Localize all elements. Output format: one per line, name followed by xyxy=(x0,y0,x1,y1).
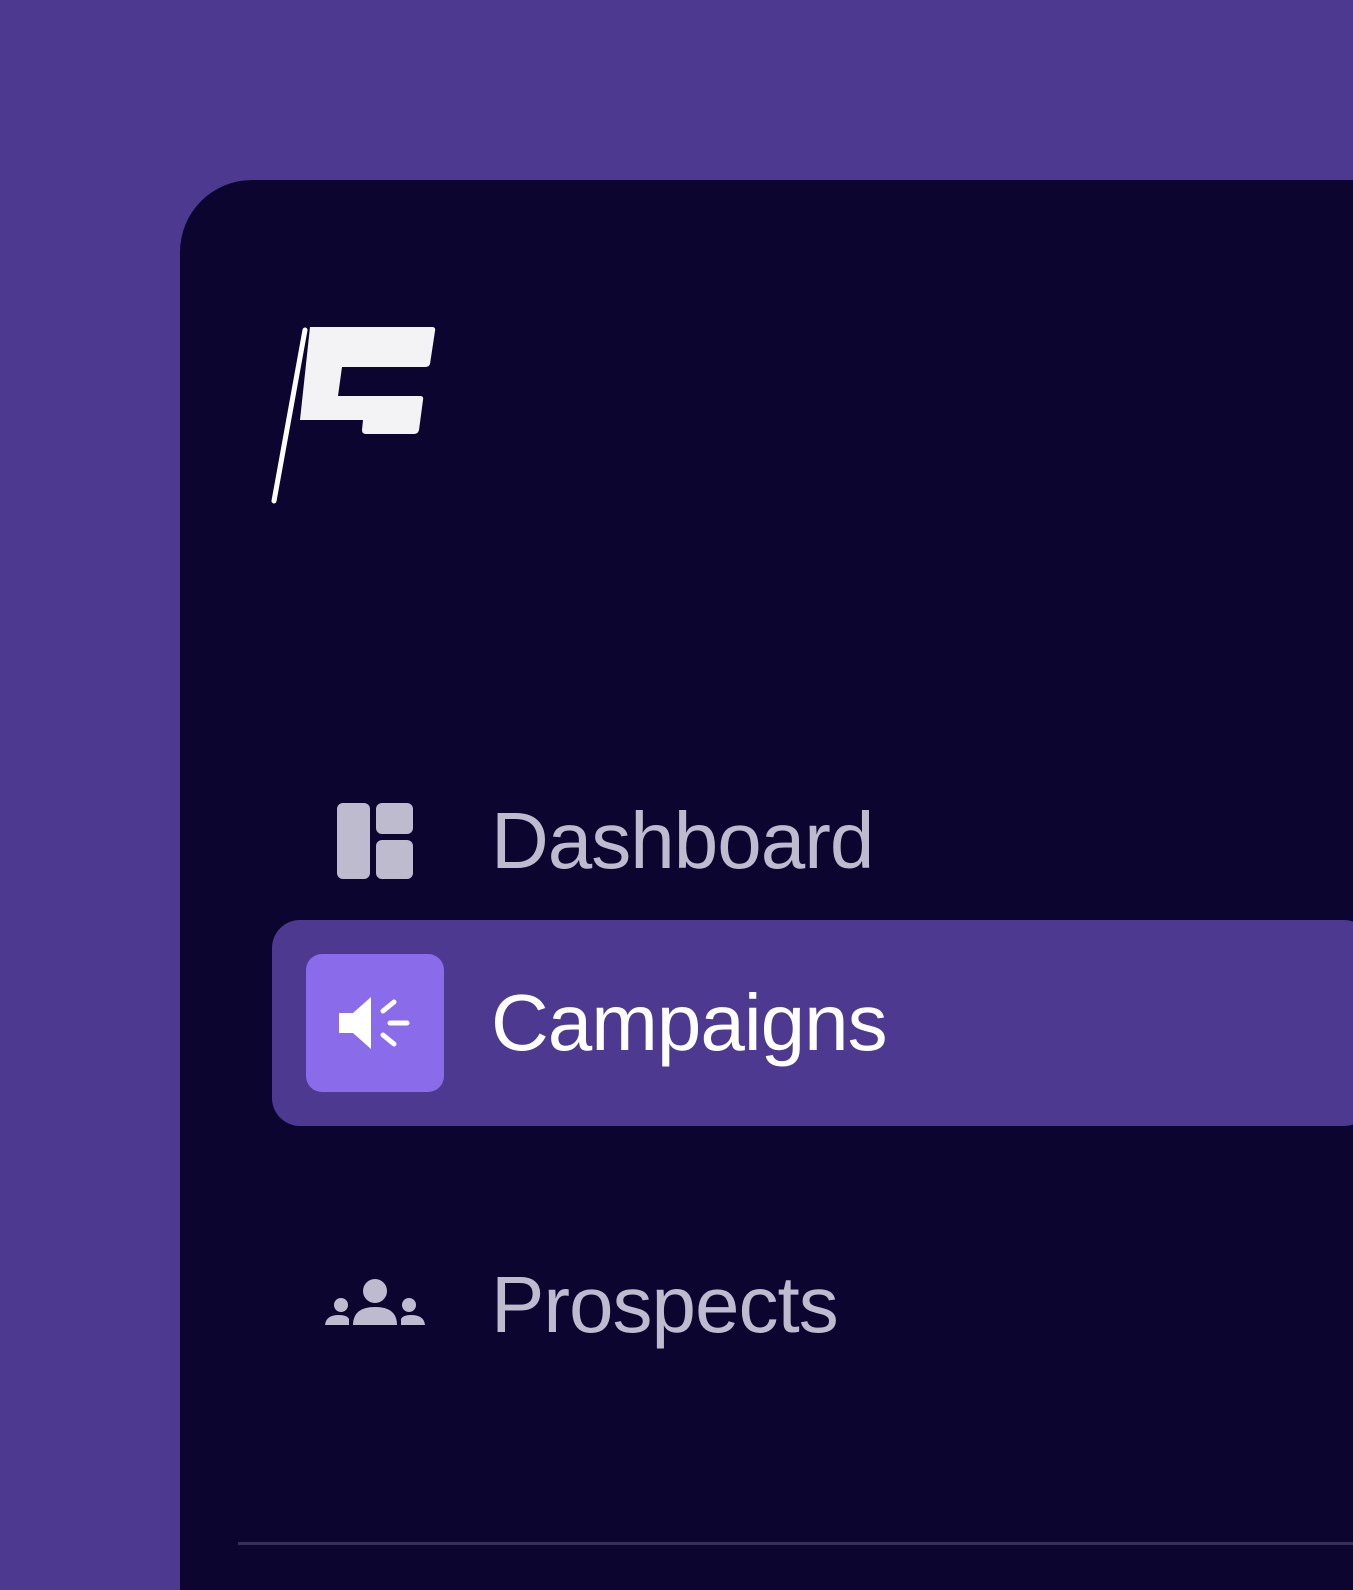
flag-logo[interactable] xyxy=(270,327,440,507)
nav-item-dashboard[interactable]: Dashboard xyxy=(272,738,1353,944)
people-icon xyxy=(306,1236,444,1374)
nav-item-prospects[interactable]: Prospects xyxy=(272,1202,1353,1408)
nav-label-dashboard: Dashboard xyxy=(491,796,874,885)
divider xyxy=(238,1542,1353,1545)
nav-item-campaigns[interactable]: Campaigns xyxy=(272,920,1353,1126)
nav-label-campaigns: Campaigns xyxy=(491,978,888,1067)
nav-label-prospects: Prospects xyxy=(491,1260,839,1349)
sidebar: Dashboard Campaigns Prospects xyxy=(180,180,1353,1590)
megaphone-icon xyxy=(306,954,444,1092)
dashboard-icon xyxy=(306,772,444,910)
